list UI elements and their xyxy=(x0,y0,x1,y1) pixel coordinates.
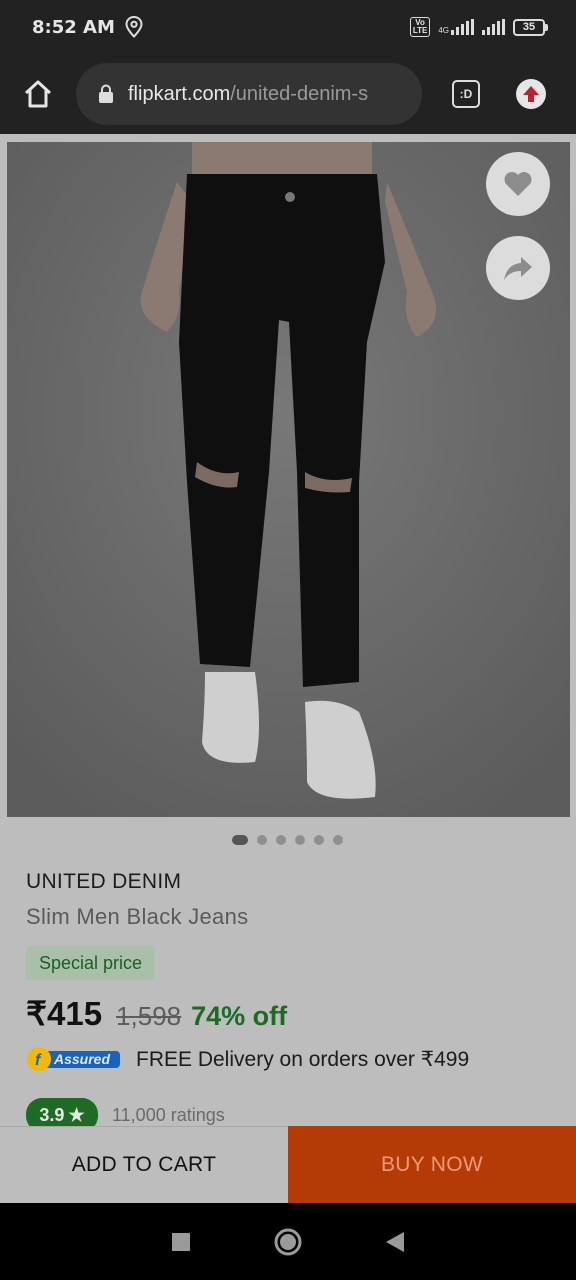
assured-row: f Assured FREE Delivery on orders over ₹… xyxy=(26,1046,469,1072)
update-icon xyxy=(523,86,539,102)
carousel-dot[interactable] xyxy=(333,835,343,845)
carousel-dot[interactable] xyxy=(232,835,248,845)
bottom-action-bar: ADD TO CART BUY NOW xyxy=(0,1126,576,1203)
assured-badge: f Assured xyxy=(26,1046,122,1072)
status-bar: 8:52 AM Vo LTE 4G 35 xyxy=(0,0,576,54)
address-bar[interactable]: flipkart.com/united-denim-s xyxy=(76,63,422,125)
rating-value: 3.9 xyxy=(39,1104,65,1125)
tab-switcher-icon[interactable]: :D xyxy=(452,80,480,108)
buy-now-button[interactable]: BUY NOW xyxy=(288,1126,576,1203)
product-image[interactable] xyxy=(7,142,570,817)
carousel-dot[interactable] xyxy=(257,835,267,845)
home-circle-icon[interactable] xyxy=(273,1227,303,1257)
browser-home-button[interactable] xyxy=(18,74,58,114)
carousel-dot[interactable] xyxy=(295,835,305,845)
volte-icon: Vo LTE xyxy=(409,17,431,37)
assured-label: Assured xyxy=(54,1051,111,1067)
discount-text: 74% off xyxy=(191,1001,288,1031)
special-price-badge: Special price xyxy=(26,946,156,980)
lock-icon xyxy=(99,84,113,103)
signal-strength-icon: 4G xyxy=(438,19,474,35)
share-icon xyxy=(504,257,532,280)
wishlist-button[interactable] xyxy=(486,152,550,216)
system-nav-bar xyxy=(0,1203,576,1280)
heart-icon xyxy=(504,172,532,196)
share-button[interactable] xyxy=(486,236,550,300)
status-indicators: Vo LTE 4G 35 xyxy=(409,17,548,37)
recents-icon[interactable] xyxy=(171,1232,191,1252)
carousel-dot[interactable] xyxy=(314,835,324,845)
home-icon xyxy=(24,80,52,108)
ratings-count: 11,000 ratings xyxy=(112,1104,225,1125)
product-photo xyxy=(7,142,570,817)
star-icon: ★ xyxy=(68,1104,85,1125)
price-row: ₹415 1,598 74% off xyxy=(26,994,287,1033)
original-price: 1,598 xyxy=(116,1001,182,1031)
location-icon xyxy=(125,16,143,38)
browser-toolbar: flipkart.com/united-denim-s :D xyxy=(0,54,576,134)
carousel-indicator xyxy=(232,835,343,845)
url-text: flipkart.com/united-denim-s xyxy=(128,82,369,105)
signal-strength-icon-2 xyxy=(482,19,505,35)
delivery-text: FREE Delivery on orders over ₹499 xyxy=(136,1047,470,1071)
carousel-dot[interactable] xyxy=(276,835,286,845)
update-button[interactable] xyxy=(516,79,546,109)
status-time: 8:52 AM xyxy=(32,16,115,38)
battery-level: 35 xyxy=(513,18,545,36)
add-to-cart-button[interactable]: ADD TO CART xyxy=(0,1126,288,1203)
product-title: Slim Men Black Jeans xyxy=(26,904,249,929)
selling-price: ₹415 xyxy=(26,995,103,1032)
battery-icon: 35 xyxy=(513,18,548,36)
back-icon[interactable] xyxy=(385,1231,405,1253)
product-brand: UNITED DENIM xyxy=(26,870,182,893)
